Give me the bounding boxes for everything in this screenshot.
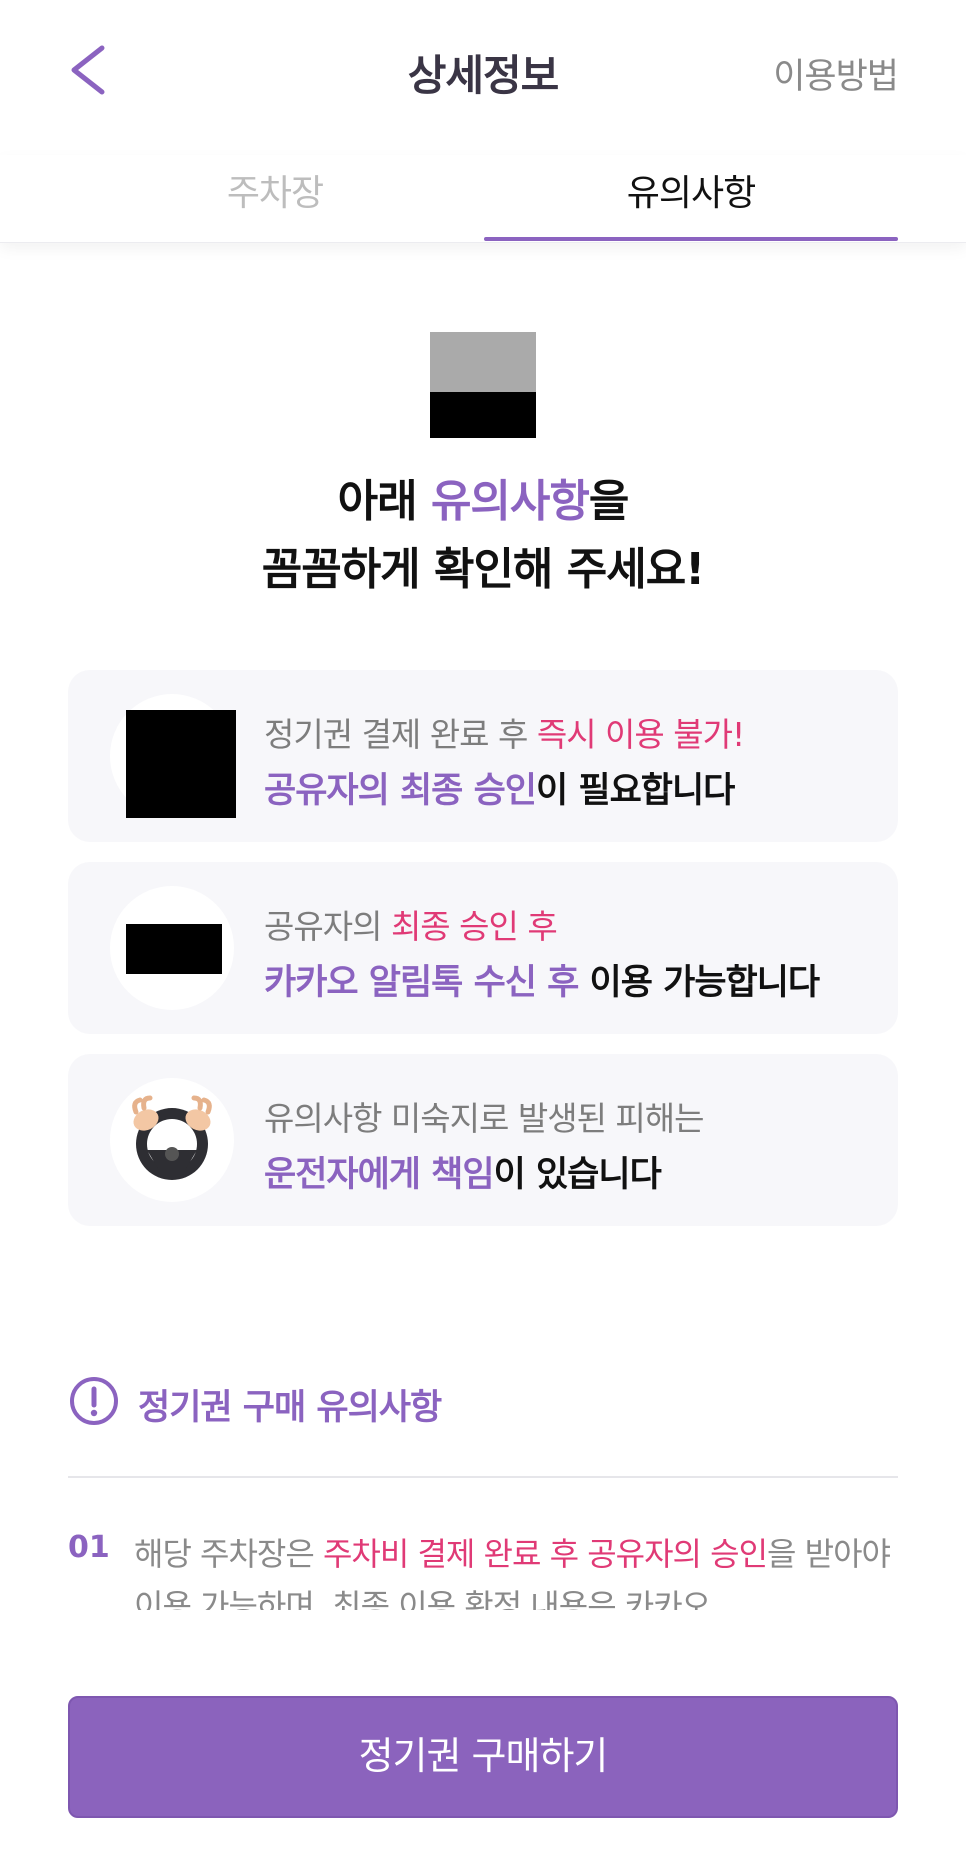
buy-season-pass-button[interactable]: 정기권 구매하기	[68, 1696, 898, 1818]
active-tab-indicator	[484, 237, 898, 241]
item-text: 해당 주차장은 주차비 결제 완료 후 공유자의 승인을 받아야 이용 가능하며…	[134, 1528, 898, 1610]
card-line-2-accent: 공유자의 최종 승인	[264, 771, 537, 811]
item-text-highlight: 주차비 결제 완료 후 공유자의 승인	[322, 1535, 768, 1573]
notice-card: 공유자의 최종 승인 후 카카오 알림톡 수신 후 이용 가능합니다	[68, 862, 898, 1034]
headline-accent: 유의사항	[430, 476, 590, 527]
headline-line-1: 아래 유의사항을	[0, 468, 966, 536]
precaution-item: 01 해당 주차장은 주차비 결제 완료 후 공유자의 승인을 받아야 이용 가…	[68, 1524, 898, 1610]
card-line-2-text: 이용 가능합니다	[578, 963, 821, 1003]
item-number: 01	[68, 1530, 110, 1565]
section-divider	[68, 1476, 898, 1478]
card-line-2-text: 이 있습니다	[493, 1155, 662, 1195]
how-to-use-link[interactable]: 이용방법	[773, 48, 899, 99]
headline: 아래 유의사항을 꼼꼼하게 확인해 주세요!	[0, 468, 966, 604]
card-line-1-text: 정기권 결제 완료 후	[264, 715, 537, 754]
tab-parking-lot[interactable]: 주차장	[68, 155, 482, 243]
card-line-2-text: 이 필요합니다	[535, 771, 735, 811]
top-app-bar: 상세정보 이용방법	[0, 0, 966, 140]
section-title: 정기권 구매 유의사항	[138, 1388, 442, 1428]
item-text-before: 해당 주차장은	[134, 1535, 323, 1573]
card-line-2-accent: 카카오 알림톡 수신 후	[264, 963, 579, 1003]
notice-card: 유의사항 미숙지로 발생된 피해는 운전자에게 책임이 있습니다	[68, 1054, 898, 1226]
headline-text-suffix: 을	[588, 476, 629, 527]
card-line-1-highlight: 최종 승인 후	[390, 907, 558, 946]
card-icon-circle	[110, 1078, 234, 1202]
card-line-2: 운전자에게 책임이 있습니다	[264, 1146, 662, 1197]
tab-bar: 주차장 유의사항	[0, 155, 966, 243]
steering-wheel-icon	[132, 1095, 212, 1180]
hero-image	[430, 332, 536, 438]
card-line-2: 공유자의 최종 승인이 필요합니다	[264, 762, 735, 813]
card-line-2-accent: 운전자에게 책임	[264, 1155, 495, 1195]
card-line-1: 공유자의 최종 승인 후	[264, 900, 558, 948]
notice-card: 정기권 결제 완료 후 즉시 이용 불가! 공유자의 최종 승인이 필요합니다	[68, 670, 898, 842]
card-line-1-text: 공유자의	[264, 907, 391, 946]
headline-text: 아래	[337, 476, 431, 527]
card-line-2: 카카오 알림톡 수신 후 이용 가능합니다	[264, 954, 821, 1005]
tab-precautions[interactable]: 유의사항	[484, 155, 898, 243]
card-line-1-highlight: 즉시 이용 불가!	[536, 715, 745, 754]
hero-image-top	[430, 332, 536, 392]
headline-line-2: 꼼꼼하게 확인해 주세요!	[261, 544, 706, 595]
exclamation-circle-icon	[70, 1377, 118, 1425]
redacted-image	[126, 924, 222, 974]
redacted-image	[126, 710, 236, 818]
hero-image-bottom	[430, 392, 536, 438]
card-line-1: 정기권 결제 완료 후 즉시 이용 불가!	[264, 708, 745, 756]
card-line-1: 유의사항 미숙지로 발생된 피해는	[264, 1099, 705, 1138]
